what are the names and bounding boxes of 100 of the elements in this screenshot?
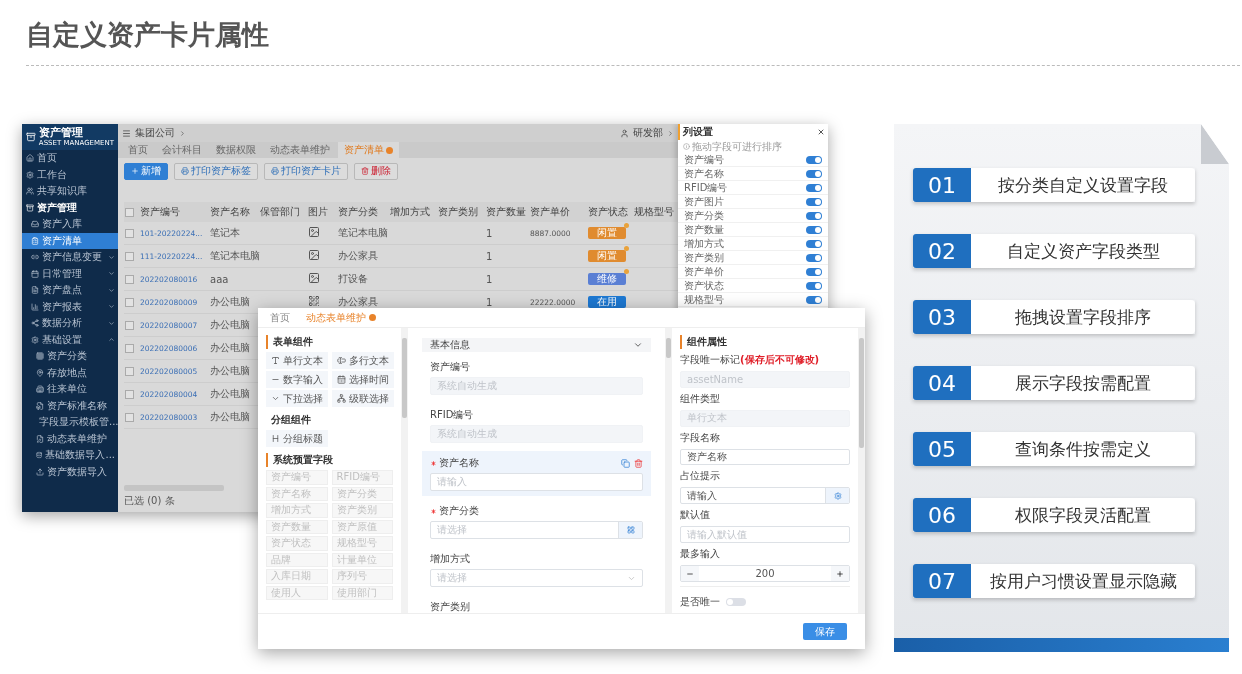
- column-header[interactable]: 规格型号: [632, 205, 676, 219]
- property-label: 字段唯一标记(保存后不可修改): [680, 353, 821, 367]
- department-name[interactable]: 研发部: [633, 126, 663, 140]
- toggle-switch[interactable]: [806, 225, 822, 234]
- sidebar-item[interactable]: 工作台: [22, 166, 118, 183]
- column-name: 资产数量: [684, 222, 724, 237]
- toggle-switch[interactable]: [806, 295, 822, 304]
- checkbox[interactable]: [125, 274, 134, 284]
- toggle-switch[interactable]: [806, 211, 822, 220]
- checkbox[interactable]: [125, 207, 134, 217]
- checkbox[interactable]: [125, 343, 134, 353]
- checkbox[interactable]: [125, 228, 134, 238]
- component-item[interactable]: 级联选择: [332, 390, 394, 407]
- scrollbar[interactable]: [858, 328, 865, 613]
- checkbox[interactable]: [125, 389, 134, 399]
- column-header[interactable]: 资产状态: [586, 205, 632, 219]
- number-badge: 06: [913, 498, 971, 532]
- sidebar-item[interactable]: 资产标准名称: [22, 397, 118, 414]
- sidebar-item[interactable]: 资产信息变更: [22, 249, 118, 266]
- component-item[interactable]: 单行文本: [266, 352, 328, 369]
- page-tab[interactable]: 动态表单维护: [264, 142, 336, 158]
- column-header[interactable]: 资产分类: [336, 205, 388, 219]
- status-tag: 在用: [588, 296, 626, 308]
- sidebar-item[interactable]: 共享知识库: [22, 183, 118, 200]
- toggle-switch[interactable]: [806, 281, 822, 290]
- toggle-switch[interactable]: [806, 253, 822, 262]
- column-header[interactable]: 增加方式: [388, 205, 436, 219]
- toolbar-button[interactable]: 打印资产标签: [174, 162, 258, 180]
- scrollbar[interactable]: [401, 328, 408, 613]
- sidebar-item[interactable]: 首页: [22, 150, 118, 167]
- copy-icon[interactable]: [621, 458, 630, 468]
- sidebar-item[interactable]: 资产报表: [22, 298, 118, 315]
- column-header[interactable]: 图片: [306, 205, 336, 219]
- table-cell: 1: [486, 250, 493, 262]
- sidebar-item[interactable]: 数据分析: [22, 315, 118, 332]
- toggle-switch[interactable]: [806, 267, 822, 276]
- column-name: 资产状态: [684, 278, 724, 293]
- component-item[interactable]: 分组标题: [266, 430, 328, 447]
- page-tab[interactable]: 首页: [264, 310, 296, 325]
- text-cursor-icon: [337, 356, 346, 365]
- company-name[interactable]: 集团公司: [135, 126, 175, 140]
- sidebar-item[interactable]: 动态表单维护: [22, 430, 118, 447]
- sidebar-item[interactable]: 基础数据导入...: [22, 447, 118, 464]
- input-field[interactable]: 资产名称: [680, 448, 850, 466]
- section-header[interactable]: 基本信息: [422, 338, 651, 352]
- sidebar-item[interactable]: 基础设置: [22, 331, 118, 348]
- sidebar-item[interactable]: 资产盘点: [22, 282, 118, 299]
- sidebar-item[interactable]: 资产分类: [22, 348, 118, 365]
- column-header[interactable]: 资产编号: [138, 205, 208, 219]
- toolbar-button[interactable]: 新增: [124, 162, 168, 180]
- scrollbar[interactable]: [665, 328, 672, 613]
- input-field[interactable]: 请输入: [680, 487, 850, 505]
- form-field[interactable]: 资产类别: [422, 595, 651, 613]
- feature-label: 自定义资产字段类型: [971, 234, 1195, 268]
- toggle-switch[interactable]: [806, 169, 822, 178]
- component-item[interactable]: 数字输入: [266, 371, 328, 388]
- page-tab[interactable]: 会计科目: [156, 142, 208, 158]
- column-header[interactable]: 资产单价: [528, 205, 586, 219]
- feature-label: 按用户习惯设置显示隐藏: [971, 564, 1195, 598]
- column-header[interactable]: 保管部门: [258, 205, 306, 219]
- plus-icon[interactable]: [836, 569, 844, 578]
- sidebar-item[interactable]: 资产清单: [22, 232, 118, 249]
- column-header[interactable]: 资产类别: [436, 205, 484, 219]
- toggle-switch[interactable]: [806, 197, 822, 206]
- column-header[interactable]: 资产数量: [484, 205, 528, 219]
- number-stepper[interactable]: 200: [680, 565, 850, 582]
- printer-icon: [181, 167, 189, 175]
- sidebar-item[interactable]: 资产数据导入: [22, 463, 118, 480]
- menu-icon[interactable]: [122, 128, 131, 138]
- page-tab[interactable]: 数据权限: [210, 142, 262, 158]
- component-item[interactable]: 下拉选择: [266, 390, 328, 407]
- component-item[interactable]: 多行文本: [332, 352, 394, 369]
- page-tab[interactable]: 首页: [122, 142, 154, 158]
- toolbar-button[interactable]: 删除: [354, 162, 398, 180]
- gear-icon[interactable]: [833, 491, 842, 500]
- sidebar-item[interactable]: 存放地点: [22, 364, 118, 381]
- property-label: 是否唯一: [680, 595, 720, 609]
- toggle-switch[interactable]: [726, 598, 746, 606]
- column-name: 规格型号: [684, 292, 724, 307]
- sidebar-item[interactable]: 资产入库: [22, 216, 118, 233]
- feature-label: 查询条件按需定义: [971, 432, 1195, 466]
- checkbox[interactable]: [125, 320, 134, 330]
- toggle-switch[interactable]: [806, 239, 822, 248]
- column-name: 资产图片: [684, 194, 724, 209]
- toolbar-button[interactable]: 打印资产卡片: [264, 162, 348, 180]
- sidebar-item[interactable]: 字段显示模板管...: [22, 414, 118, 431]
- toggle-switch[interactable]: [806, 155, 822, 164]
- checkbox[interactable]: [125, 297, 134, 307]
- column-header[interactable]: 资产名称: [208, 205, 258, 219]
- sidebar-item[interactable]: 资产管理: [22, 199, 118, 216]
- checkbox[interactable]: [125, 412, 134, 422]
- toggle-switch[interactable]: [806, 183, 822, 192]
- feature-label: 按分类自定义设置字段: [971, 168, 1195, 202]
- sidebar-item[interactable]: 日常管理: [22, 265, 118, 282]
- checkbox[interactable]: [125, 251, 134, 261]
- trash-icon[interactable]: [634, 458, 643, 468]
- component-item[interactable]: 选择时间: [332, 371, 394, 388]
- sidebar-item[interactable]: 往来单位: [22, 381, 118, 398]
- checkbox[interactable]: [125, 366, 134, 376]
- alert-dot: [624, 223, 629, 228]
